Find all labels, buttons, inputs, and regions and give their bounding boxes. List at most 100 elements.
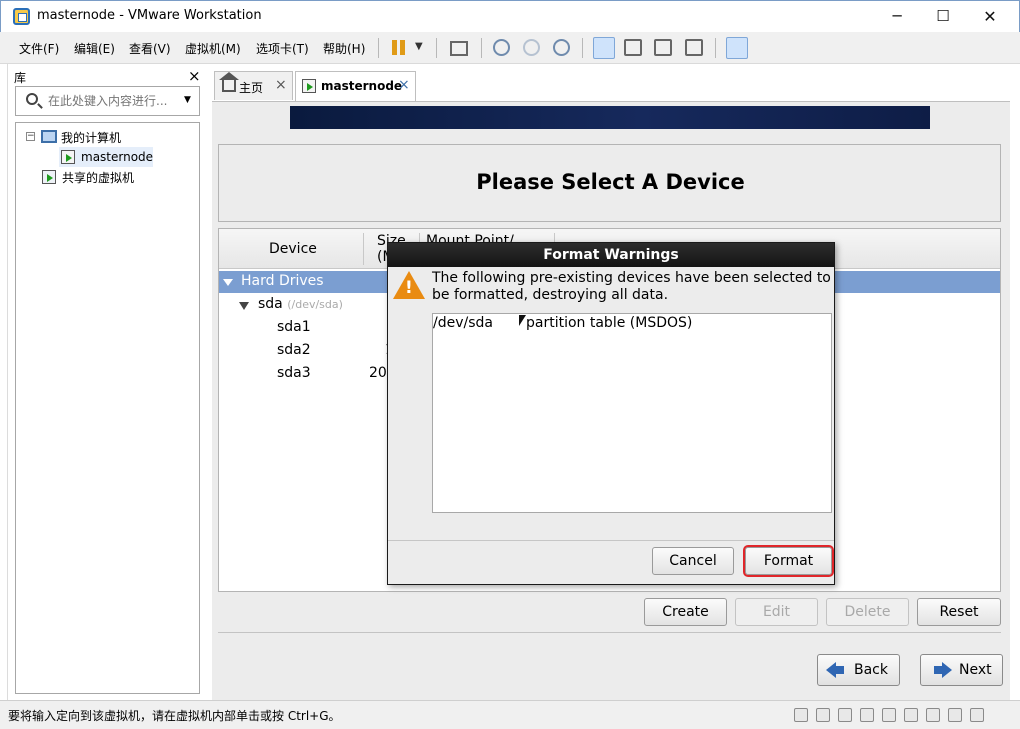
message-icon[interactable] — [948, 708, 962, 722]
menu-help[interactable]: 帮助(H) — [323, 40, 365, 57]
arrow-left-icon — [826, 662, 844, 678]
toolbar-separator — [481, 38, 482, 58]
vmware-app-icon — [13, 8, 30, 25]
computer-icon — [41, 130, 57, 143]
library-close-button[interactable]: × — [188, 67, 201, 85]
toolbar-separator — [582, 38, 583, 58]
search-icon — [26, 93, 38, 105]
arrow-right-icon — [934, 662, 952, 678]
partition-name: sda2 — [277, 342, 311, 358]
shared-vm-icon — [42, 170, 56, 184]
library-title: 库 — [14, 71, 27, 85]
window-title: masternode - VMware Workstation — [37, 8, 262, 23]
toolbar-separator — [378, 38, 379, 58]
column-device[interactable]: Device — [269, 241, 317, 257]
delete-button[interactable]: Delete — [826, 598, 909, 626]
maximize-button[interactable]: ☐ — [920, 1, 966, 32]
toolbar-separator — [436, 38, 437, 58]
dialog-message: The following pre-existing devices have … — [432, 270, 831, 303]
back-label: Back — [854, 662, 888, 678]
close-icon[interactable]: × — [275, 77, 287, 93]
chevron-down-icon[interactable]: ▼ — [415, 41, 423, 52]
group-label: Hard Drives — [241, 273, 324, 289]
heading-panel: Please Select A Device — [218, 144, 1001, 222]
tree-item-masternode[interactable]: masternode — [59, 147, 153, 167]
tree-label: 我的计算机 — [61, 131, 122, 145]
tree-item-shared[interactable]: 共享的虚拟机 — [40, 167, 190, 187]
minimize-button[interactable]: ─ — [874, 1, 920, 32]
snapshot-manager-icon[interactable] — [553, 39, 570, 56]
partition-name: sda3 — [277, 365, 311, 381]
disk-path: (/dev/sda) — [287, 298, 343, 311]
menu-tabs[interactable]: 选项卡(T) — [256, 40, 309, 57]
menu-edit[interactable]: 编辑(E) — [74, 40, 115, 57]
cdrom-icon[interactable] — [816, 708, 830, 722]
chevron-down-icon[interactable]: ▼ — [184, 95, 191, 105]
table-row-sda2[interactable]: sda2 — [277, 342, 311, 358]
format-device-list[interactable]: /dev/sda partition table (MSDOS) — [432, 313, 832, 513]
close-icon[interactable]: × — [398, 77, 410, 93]
menu-view[interactable]: 查看(V) — [129, 40, 171, 57]
list-item-device: /dev/sda — [433, 315, 493, 331]
mouse-cursor-icon — [519, 315, 526, 326]
table-row-sda3[interactable]: sda3 — [277, 365, 311, 381]
send-keys-icon[interactable] — [450, 41, 468, 56]
pause-icon[interactable] — [391, 38, 413, 58]
revert-snapshot-icon[interactable] — [523, 39, 540, 56]
expand-triangle-icon[interactable] — [239, 302, 249, 310]
left-edge-strip — [0, 64, 8, 700]
table-row-sda1[interactable]: sda1 — [277, 319, 311, 335]
tab-label: 主页 — [239, 81, 264, 95]
tab-masternode[interactable]: masternode × — [295, 71, 416, 101]
back-button[interactable]: Back — [817, 654, 900, 686]
close-window-button[interactable]: ✕ — [967, 1, 1013, 32]
tab-label: masternode — [321, 79, 403, 93]
library-tree: − 我的计算机 masternode 共享的虚拟机 — [15, 122, 200, 694]
hdd-icon[interactable] — [794, 708, 808, 722]
toolbar-separator — [715, 38, 716, 58]
search-input[interactable] — [48, 92, 178, 110]
edit-button[interactable]: Edit — [735, 598, 818, 626]
disk-name: sda — [258, 296, 283, 312]
library-search[interactable]: ▼ — [15, 86, 200, 116]
printer-icon[interactable] — [904, 708, 918, 722]
display-icon[interactable] — [926, 708, 940, 722]
column-separator — [363, 233, 364, 265]
partition-name: sda1 — [277, 319, 311, 335]
fullscreen-status-icon[interactable] — [970, 708, 984, 722]
library-header: 库 × — [8, 66, 208, 88]
usb-icon[interactable] — [860, 708, 874, 722]
snapshot-icon[interactable] — [493, 39, 510, 56]
format-button[interactable]: Format — [743, 545, 834, 577]
warning-icon: ! — [393, 271, 425, 299]
list-item-description: partition table (MSDOS) — [526, 315, 693, 331]
sound-icon[interactable] — [882, 708, 896, 722]
reset-button[interactable]: Reset — [917, 598, 1001, 626]
cancel-button[interactable]: Cancel — [652, 547, 734, 575]
menu-vm[interactable]: 虚拟机(M) — [185, 40, 241, 57]
menu-file[interactable]: 文件(F) — [19, 40, 59, 57]
expand-triangle-icon[interactable] — [223, 279, 233, 286]
console-view-icon[interactable] — [726, 37, 748, 59]
title-bar: masternode - VMware Workstation ─ ☐ ✕ — [0, 0, 1020, 32]
unity-icon[interactable] — [685, 39, 703, 56]
page-title: Please Select A Device — [476, 170, 745, 194]
network-icon[interactable] — [838, 708, 852, 722]
next-label: Next — [959, 662, 992, 678]
thumbnail-view-icon[interactable] — [624, 39, 642, 56]
installer-banner — [290, 106, 930, 129]
tree-label: 共享的虚拟机 — [62, 171, 135, 185]
collapse-icon[interactable]: − — [26, 132, 35, 141]
status-bar: 要将输入定向到该虚拟机，请在虚拟机内部单击或按 Ctrl+G。 — [0, 700, 1020, 729]
dialog-title: Format Warnings — [388, 243, 834, 267]
tab-home[interactable]: 主页 × — [214, 71, 293, 100]
show-library-icon[interactable] — [593, 37, 615, 59]
dialog-divider — [388, 540, 834, 541]
full-screen-icon[interactable] — [654, 39, 672, 56]
next-button[interactable]: Next — [920, 654, 1003, 686]
create-button[interactable]: Create — [644, 598, 727, 626]
tree-label: masternode — [81, 150, 154, 164]
tree-item-my-computer[interactable]: − 我的计算机 — [26, 127, 196, 147]
home-icon — [219, 72, 239, 92]
vm-running-icon — [61, 150, 75, 164]
